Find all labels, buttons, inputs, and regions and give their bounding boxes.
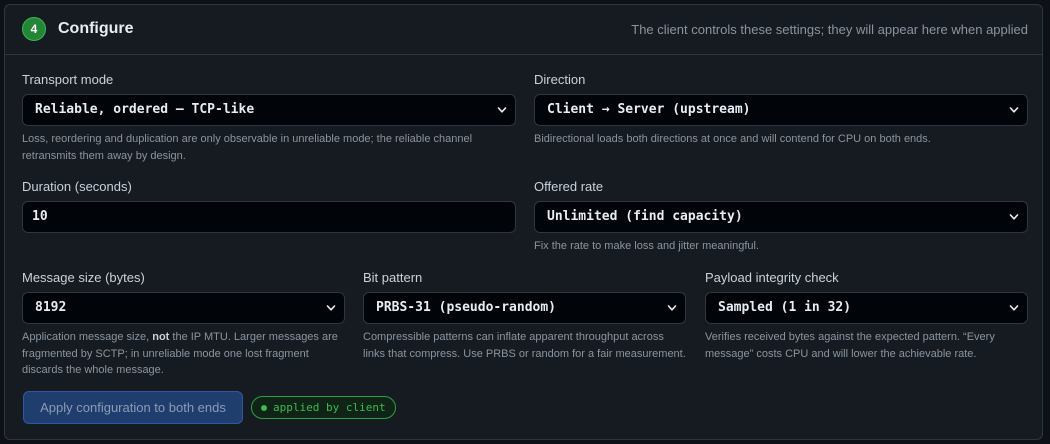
bit-pattern-help: Compressible patterns can inflate appare… [363,331,686,360]
chevron-down-icon [326,303,336,313]
duration-field: Duration (seconds) 10 [22,178,516,233]
apply-configuration-button[interactable]: Apply configuration to both ends [23,391,243,424]
offered-rate-field: Offered rate Unlimited (find capacity) F… [534,178,1028,255]
integrity-check-select[interactable]: Sampled (1 in 32) [705,292,1028,324]
header-hint: The client controls these settings; they… [631,22,1028,37]
configure-panel: 4 Configure The client controls these se… [4,4,1043,440]
message-size-help: Application message size, not the IP MTU… [22,329,345,379]
offered-rate-value: Unlimited (find capacity) [547,209,743,224]
chevron-down-icon [1009,303,1019,313]
direction-help: Bidirectional loads both directions at o… [534,133,931,145]
direction-select[interactable]: Client → Server (upstream) [534,94,1028,126]
transport-mode-select[interactable]: Reliable, ordered — TCP-like [22,94,516,126]
transport-mode-field: Transport mode Reliable, ordered — TCP-l… [22,71,516,164]
status-badge: applied by client [251,396,396,419]
duration-label: Duration (seconds) [22,179,132,194]
status-text: applied by client [273,401,386,414]
offered-rate-select[interactable]: Unlimited (find capacity) [534,201,1028,233]
duration-input[interactable]: 10 [22,201,516,233]
message-size-label: Message size (bytes) [22,270,145,285]
message-size-help-emphasis: not [152,331,170,343]
direction-field: Direction Client → Server (upstream) Bid… [534,71,1028,148]
message-size-field: Message size (bytes) 8192 Application me… [22,269,345,379]
direction-label: Direction [534,72,586,87]
chevron-down-icon [497,105,507,115]
bit-pattern-label: Bit pattern [363,270,423,285]
bit-pattern-select[interactable]: PRBS-31 (pseudo-random) [363,292,686,324]
bit-pattern-field: Bit pattern PRBS-31 (pseudo-random) Comp… [363,269,686,362]
transport-mode-help: Loss, reordering and duplication are onl… [22,133,473,162]
integrity-check-label: Payload integrity check [705,270,839,285]
message-size-value: 8192 [35,300,67,315]
bit-pattern-value: PRBS-31 (pseudo-random) [376,300,557,315]
message-size-help-prefix: Application message size, [22,331,153,343]
chevron-down-icon [1009,105,1019,115]
panel-title: Configure [58,20,134,37]
panel-header: 4 Configure The client controls these se… [5,5,1042,55]
offered-rate-label: Offered rate [534,179,604,194]
chevron-down-icon [667,303,677,313]
chevron-down-icon [1009,212,1019,222]
status-dot-icon [261,404,267,411]
direction-value: Client → Server (upstream) [547,102,751,117]
message-size-select[interactable]: 8192 [22,292,345,324]
offered-rate-help: Fix the rate to make loss and jitter mea… [534,240,759,252]
transport-mode-value: Reliable, ordered — TCP-like [35,102,255,117]
integrity-check-help: Verifies received bytes against the expe… [705,331,995,360]
integrity-check-field: Payload integrity check Sampled (1 in 32… [705,269,1028,362]
integrity-check-value: Sampled (1 in 32) [718,300,852,315]
transport-mode-label: Transport mode [22,72,114,87]
step-badge: 4 [22,17,46,41]
